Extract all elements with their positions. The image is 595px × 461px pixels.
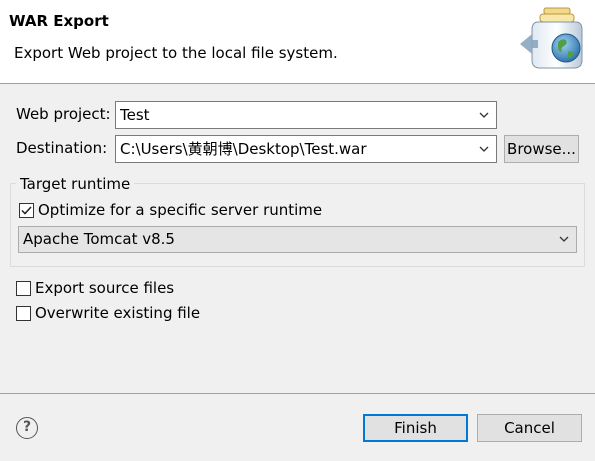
chevron-down-icon[interactable] (558, 227, 570, 252)
browse-button[interactable]: Browse... (504, 135, 579, 163)
destination-combo[interactable]: C:\Users\黄朝博\Desktop\Test.war (115, 135, 497, 163)
wizard-title: WAR Export (9, 12, 109, 30)
overwrite-existing-checkbox[interactable] (16, 306, 31, 321)
optimize-runtime-checkbox[interactable] (19, 203, 34, 218)
target-runtime-group (10, 183, 585, 267)
finish-button[interactable]: Finish (363, 414, 468, 442)
overwrite-existing-label[interactable]: Overwrite existing file (35, 304, 200, 322)
server-runtime-value: Apache Tomcat v8.5 (23, 230, 175, 248)
chevron-down-icon[interactable] (478, 136, 490, 162)
destination-value: C:\Users\黄朝博\Desktop\Test.war (120, 140, 367, 158)
cancel-button[interactable]: Cancel (477, 414, 582, 442)
chevron-down-icon[interactable] (478, 102, 490, 128)
destination-label: Destination: (16, 139, 108, 157)
web-project-label: Web project: (16, 105, 111, 123)
optimize-runtime-label[interactable]: Optimize for a specific server runtime (38, 201, 322, 219)
export-source-label[interactable]: Export source files (35, 279, 174, 297)
export-source-checkbox[interactable] (16, 281, 31, 296)
server-runtime-select[interactable]: Apache Tomcat v8.5 (18, 226, 577, 253)
checkmark-icon (21, 206, 32, 215)
footer-separator (0, 393, 595, 394)
web-project-value: Test (120, 106, 150, 124)
wizard-header: WAR Export Export Web project to the loc… (0, 0, 595, 84)
target-runtime-legend: Target runtime (16, 175, 135, 193)
web-project-combo[interactable]: Test (115, 101, 497, 129)
export-war-jar-globe-icon (516, 4, 592, 72)
wizard-description: Export Web project to the local file sys… (14, 44, 338, 62)
help-icon[interactable]: ? (16, 417, 38, 439)
